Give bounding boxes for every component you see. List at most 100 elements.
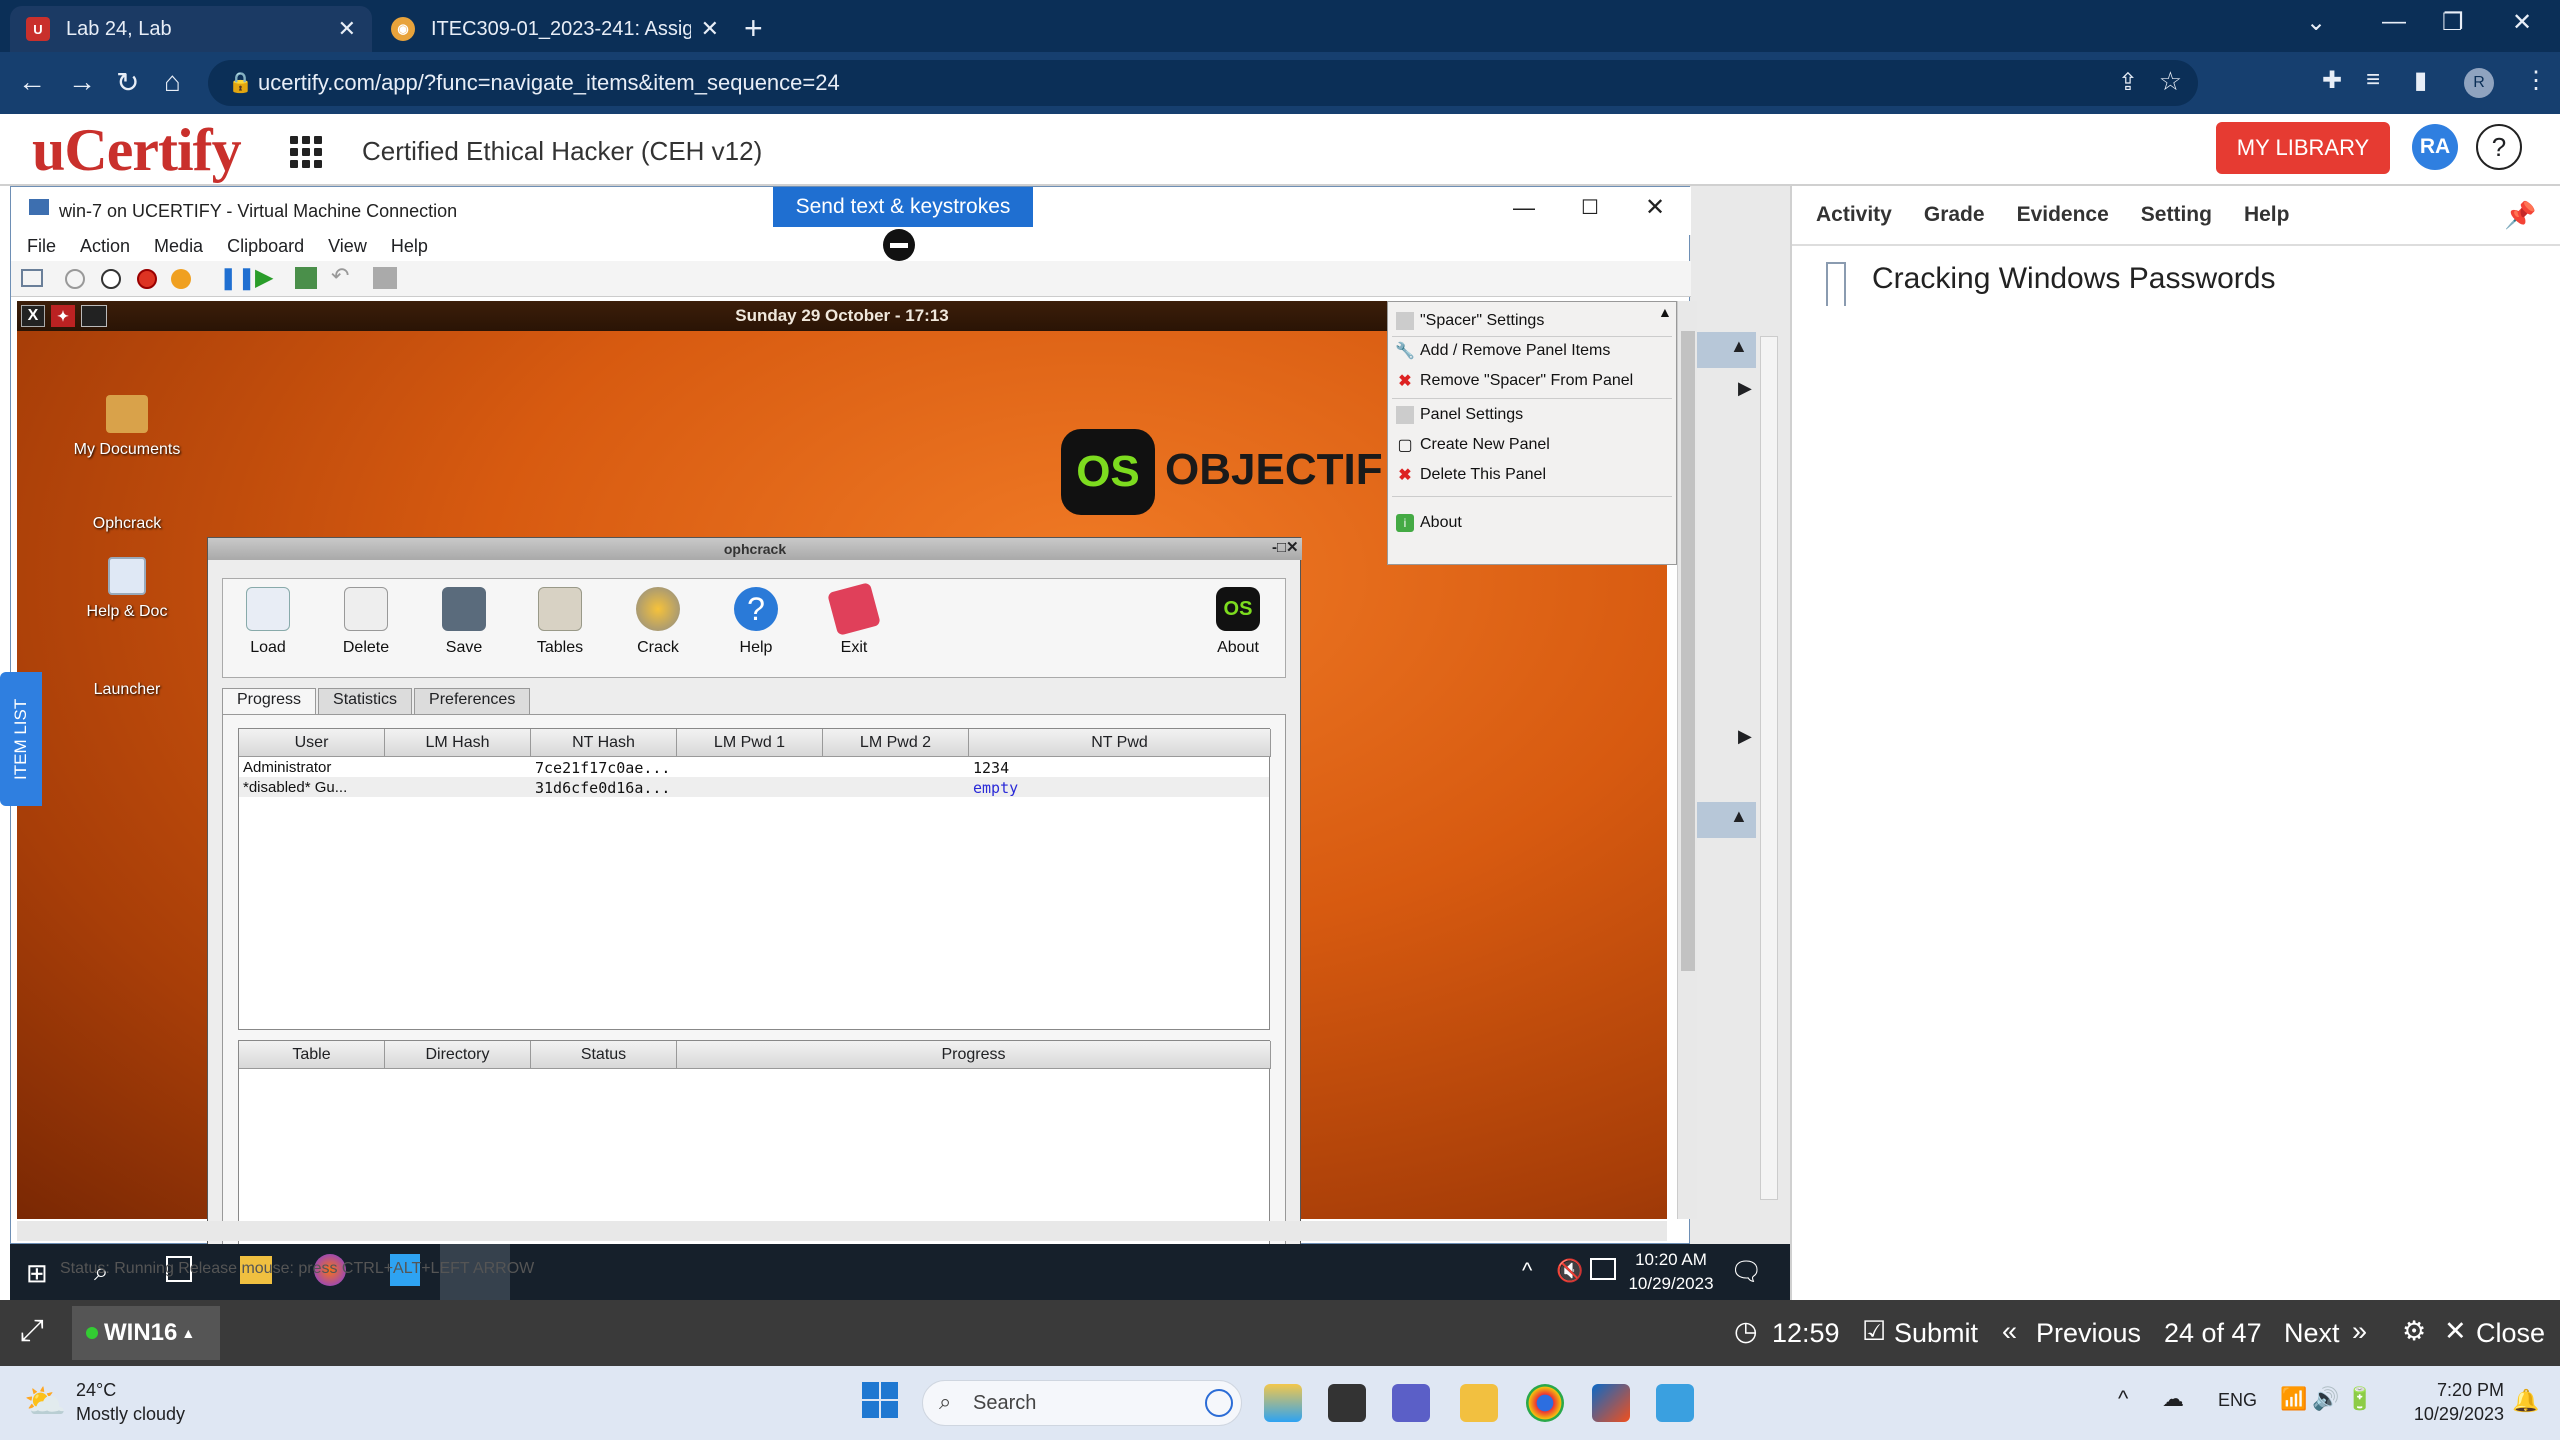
minimize-icon[interactable]: — <box>2382 8 2406 36</box>
bookmark-star-icon[interactable]: ☆ <box>2159 66 2182 97</box>
exit-button[interactable]: Exit <box>819 582 889 657</box>
right-arrow-icon[interactable]: ▶ <box>1738 726 1752 747</box>
back-icon[interactable]: ← <box>18 66 46 98</box>
scroll-up-icon[interactable]: ▲ <box>1658 304 1672 320</box>
terminal-icon[interactable] <box>81 305 107 327</box>
tab-assignment[interactable]: ◉ ITEC309-01_2023-241: Assignme ✕ <box>375 6 735 52</box>
close-button[interactable]: Close <box>2476 1318 2545 1349</box>
help-doc-desktop-icon[interactable]: Help & Doc <box>57 557 197 621</box>
up-arrow-icon[interactable]: ▲ <box>1730 336 1748 357</box>
save-button[interactable]: Save <box>429 587 499 657</box>
launcher-icon[interactable]: ✦ <box>51 305 75 327</box>
guest-scrollbar[interactable] <box>1677 301 1697 1219</box>
up-arrow-icon[interactable]: ▲ <box>1730 806 1748 827</box>
launcher-desktop-icon[interactable]: Launcher <box>57 681 197 699</box>
tab-search-icon[interactable]: ⌄ <box>2306 8 2326 37</box>
reading-list-icon[interactable]: ≡ <box>2366 66 2380 94</box>
tray-chevron-icon[interactable]: ^ <box>2118 1386 2128 1412</box>
battery-icon[interactable]: 🔋 <box>2346 1386 2373 1412</box>
close-tab-icon[interactable]: ✕ <box>701 16 719 42</box>
tab-setting[interactable]: Setting <box>2141 203 2212 227</box>
new-tab-button[interactable]: + <box>744 10 763 47</box>
tab-preferences[interactable]: Preferences <box>414 688 531 714</box>
store-icon[interactable] <box>1592 1384 1630 1422</box>
copilot-icon[interactable] <box>1264 1384 1302 1422</box>
share-icon[interactable]: ⇪ <box>2118 68 2138 97</box>
column-status[interactable]: Status <box>531 1041 677 1069</box>
user-avatar[interactable]: RA <box>2412 124 2458 170</box>
menu-item-remove-spacer[interactable]: Remove "Spacer" From Panel <box>1420 372 1633 390</box>
reload-icon[interactable]: ↻ <box>116 66 139 99</box>
shutdown-icon[interactable] <box>137 269 157 289</box>
load-button[interactable]: Load <box>233 587 303 657</box>
menu-file[interactable]: File <box>27 236 56 257</box>
bookmark-icon[interactable] <box>1826 262 1846 306</box>
resume-icon[interactable]: ▶ <box>255 263 273 292</box>
tab-activity[interactable]: Activity <box>1816 203 1892 227</box>
next-button[interactable]: Next <box>2284 1318 2340 1349</box>
column-table[interactable]: Table <box>239 1041 385 1069</box>
tab-evidence[interactable]: Evidence <box>2017 203 2109 227</box>
network-icon[interactable] <box>1590 1258 1616 1280</box>
close-icon[interactable]: ✕ <box>1645 193 1665 222</box>
tray-chevron-icon[interactable]: ^ <box>1522 1258 1532 1284</box>
column-lm-pwd-1[interactable]: LM Pwd 1 <box>677 729 823 757</box>
menu-action[interactable]: Action <box>80 236 130 257</box>
notification-bell-icon[interactable]: 🔔 <box>2512 1388 2539 1414</box>
volume-muted-icon[interactable]: 🔇 <box>1556 1258 1583 1284</box>
help-button[interactable]: ? <box>2476 124 2522 170</box>
menu-item-create-panel[interactable]: Create New Panel <box>1420 436 1550 454</box>
address-bar[interactable]: 🔒 ucertify.com/app/?func=navigate_items&… <box>208 60 2198 106</box>
my-library-button[interactable]: MY LIBRARY <box>2216 122 2390 174</box>
menu-item-delete-panel[interactable]: Delete This Panel <box>1420 466 1546 484</box>
side-panel-icon[interactable]: ▮ <box>2414 66 2427 95</box>
maximize-icon[interactable]: ☐ <box>1581 195 1599 220</box>
enhanced-session-icon[interactable] <box>373 267 397 289</box>
send-text-keystrokes-button[interactable]: Send text & keystrokes <box>773 187 1033 227</box>
column-directory[interactable]: Directory <box>385 1041 531 1069</box>
machine-selector[interactable]: WIN16 ▲ <box>72 1306 220 1360</box>
windows-start-icon[interactable]: ⊞ <box>26 1258 48 1289</box>
taskbar-search[interactable]: ⌕ Search <box>922 1380 1242 1426</box>
task-view-icon[interactable] <box>1328 1384 1366 1422</box>
column-nt-pwd[interactable]: NT Pwd <box>969 729 1271 757</box>
table-row-user[interactable]: Administrator <box>243 759 331 776</box>
volume-icon[interactable]: 🔊 <box>2312 1386 2339 1412</box>
forward-icon[interactable]: → <box>68 66 96 98</box>
revert-icon[interactable]: ↶ <box>331 263 349 289</box>
profile-avatar[interactable]: R <box>2464 68 2494 98</box>
crack-button[interactable]: Crack <box>623 587 693 657</box>
wifi-icon[interactable]: 📶 <box>2280 1386 2307 1412</box>
apps-grid-icon[interactable] <box>290 136 322 168</box>
settings-gear-icon[interactable]: ⚙ <box>2402 1316 2426 1347</box>
teams-icon[interactable] <box>1392 1384 1430 1422</box>
delete-button[interactable]: Delete <box>331 587 401 657</box>
tables-button[interactable]: Tables <box>525 587 595 657</box>
extensions-icon[interactable]: ✚ <box>2322 66 2342 95</box>
tab-grade[interactable]: Grade <box>1924 203 1985 227</box>
close-window-icon[interactable]: ✕ <box>2512 8 2532 37</box>
about-button[interactable]: OS About <box>1203 587 1273 657</box>
ctrl-alt-del-icon[interactable] <box>21 269 43 287</box>
start-icon[interactable] <box>65 269 85 289</box>
column-progress[interactable]: Progress <box>677 1041 1271 1069</box>
pin-icon[interactable]: 📌 <box>2504 200 2536 231</box>
menu-kebab-icon[interactable]: ⋮ <box>2524 66 2548 95</box>
previous-button[interactable]: Previous <box>2036 1318 2141 1349</box>
menu-help[interactable]: Help <box>391 236 428 257</box>
scrollbar[interactable] <box>1760 336 1778 1200</box>
menu-item-panel-settings[interactable]: Panel Settings <box>1420 406 1523 424</box>
weather-icon[interactable]: ⛅ <box>24 1382 66 1422</box>
save-state-icon[interactable] <box>171 269 191 289</box>
tab-help[interactable]: Help <box>2244 203 2290 227</box>
pause-icon[interactable]: ❚❚ <box>219 265 256 291</box>
restore-icon[interactable]: ❐ <box>2442 8 2464 37</box>
menu-item-about[interactable]: About <box>1420 514 1462 532</box>
item-list-tab[interactable]: ITEM LIST <box>0 672 42 806</box>
menu-item-spacer-settings[interactable]: "Spacer" Settings <box>1420 312 1544 330</box>
horizontal-scrollbar[interactable] <box>17 1221 1667 1241</box>
column-nt-hash[interactable]: NT Hash <box>531 729 677 757</box>
windows-start-icon[interactable] <box>862 1382 898 1418</box>
submit-button[interactable]: Submit <box>1894 1318 1978 1349</box>
file-explorer-icon[interactable] <box>1460 1384 1498 1422</box>
